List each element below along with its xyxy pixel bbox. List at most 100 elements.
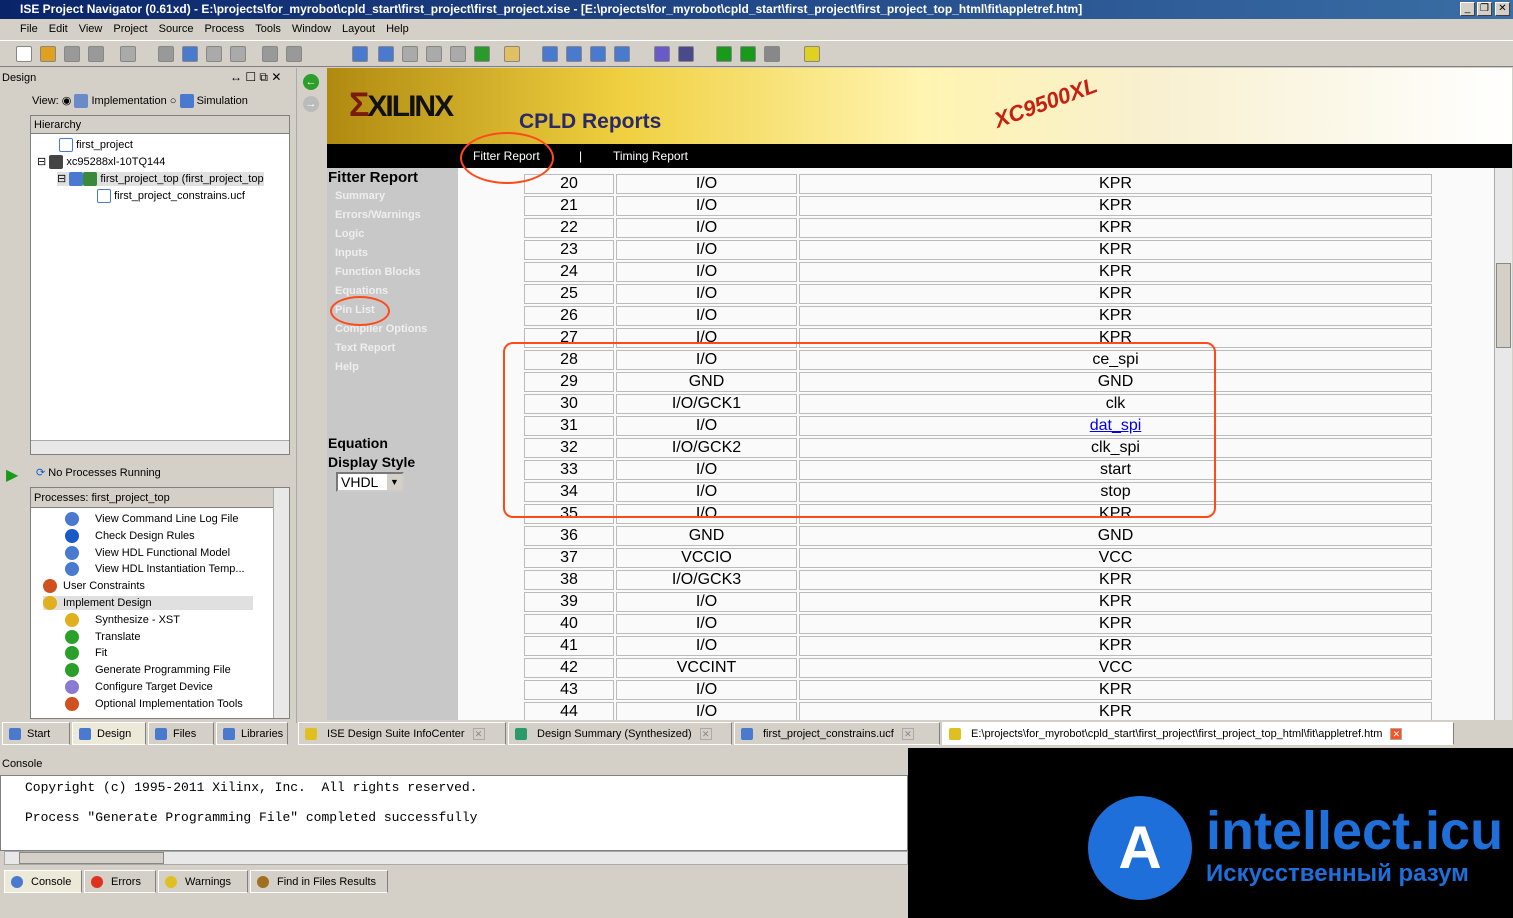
restore-button[interactable]: ❐ xyxy=(1477,2,1492,16)
report-scrollbar[interactable] xyxy=(1494,168,1512,720)
console-tab[interactable]: Console xyxy=(4,870,82,893)
side-link[interactable]: Text Report xyxy=(335,342,395,354)
doc-tab[interactable]: E:\projects\for_myrobot\cpld_start\first… xyxy=(942,722,1454,745)
table-row: 37 VCCIO VCC xyxy=(524,548,1432,568)
side-link[interactable]: Inputs xyxy=(335,247,368,259)
toolbar-icon[interactable] xyxy=(88,46,104,62)
implementation-radio[interactable]: ◉ xyxy=(62,95,72,107)
doc-tab[interactable]: first_project_constrains.ucf ✕ xyxy=(734,722,940,745)
toolbar-icon[interactable] xyxy=(16,46,32,62)
close-tab-icon[interactable]: ✕ xyxy=(699,728,712,741)
toolbar-icon[interactable] xyxy=(590,46,606,62)
toolbar-icon[interactable] xyxy=(120,46,136,62)
process-item[interactable]: Optional Implementation Tools xyxy=(65,696,243,711)
toolbar-icon[interactable] xyxy=(230,46,246,62)
close-button[interactable]: ✕ xyxy=(1495,2,1510,16)
toolbar-icon[interactable] xyxy=(654,46,670,62)
simulation-radio[interactable]: ○ xyxy=(170,95,177,107)
side-link[interactable]: Errors/Warnings xyxy=(335,209,421,221)
toolbar-icon[interactable] xyxy=(716,46,732,62)
toolbar-icon[interactable] xyxy=(182,46,198,62)
toolbar-icon[interactable] xyxy=(286,46,302,62)
panel-controls[interactable]: ↔ ☐ ⧉ ✕ xyxy=(230,70,281,85)
close-tab-icon[interactable]: ✕ xyxy=(1390,728,1403,741)
toolbar-icon[interactable] xyxy=(378,46,394,62)
tab-design[interactable]: Design xyxy=(72,722,146,745)
run-icon[interactable]: ▶ xyxy=(6,465,18,485)
side-link[interactable]: Summary xyxy=(335,190,385,202)
toolbar-icon[interactable] xyxy=(40,46,56,62)
menu-help[interactable]: Help xyxy=(386,23,409,35)
menu-layout[interactable]: Layout xyxy=(342,23,375,35)
hierarchy-hscrollbar[interactable] xyxy=(31,440,289,454)
menu-edit[interactable]: Edit xyxy=(49,23,68,35)
menu-window[interactable]: Window xyxy=(292,23,331,35)
scroll-thumb[interactable] xyxy=(1496,263,1511,348)
table-row: 24 I/O KPR xyxy=(524,262,1432,282)
process-item[interactable]: Fit xyxy=(65,646,107,661)
process-item[interactable]: View HDL Functional Model xyxy=(65,545,230,560)
process-item[interactable]: View HDL Instantiation Temp... xyxy=(65,562,245,577)
process-item[interactable]: Configure Target Device xyxy=(65,680,213,694)
side-nav-title: Fitter Report xyxy=(328,169,418,186)
toolbar-icon[interactable] xyxy=(542,46,558,62)
toolbar-icon[interactable] xyxy=(566,46,582,62)
tree-item-ucf[interactable]: first_project_constrains.ucf xyxy=(97,189,245,203)
toolbar-icon[interactable] xyxy=(504,46,520,62)
menu-tools[interactable]: Tools xyxy=(255,23,281,35)
console-hscrollbar[interactable] xyxy=(4,851,908,865)
menu-file[interactable]: File xyxy=(20,23,38,35)
pin-number: 21 xyxy=(524,196,614,216)
forward-icon[interactable]: → xyxy=(303,96,319,112)
side-link[interactable]: Help xyxy=(335,361,359,373)
console-tab[interactable]: Warnings xyxy=(158,870,248,893)
console-tab[interactable]: Errors xyxy=(84,870,156,893)
processes-scrollbar[interactable] xyxy=(273,488,289,718)
pin-signal: KPR xyxy=(799,240,1432,260)
tab-start[interactable]: Start xyxy=(2,722,70,745)
side-link[interactable]: Function Blocks xyxy=(335,266,421,278)
process-item[interactable]: View Command Line Log File xyxy=(65,512,238,526)
doc-tab[interactable]: Design Summary (Synthesized) ✕ xyxy=(508,722,732,745)
tab-files[interactable]: Files xyxy=(148,722,214,745)
toolbar-icon[interactable] xyxy=(262,46,278,62)
toolbar-icon[interactable] xyxy=(352,46,368,62)
timing-report-link[interactable]: Timing Report xyxy=(613,144,688,168)
toolbar-icon[interactable] xyxy=(450,46,466,62)
toolbar-icon[interactable] xyxy=(426,46,442,62)
toolbar-icon[interactable] xyxy=(64,46,80,62)
tree-item-top[interactable]: ⊟ first_project_top (first_project_top xyxy=(57,172,264,187)
close-tab-icon[interactable]: ✕ xyxy=(472,728,485,741)
toolbar-icon[interactable] xyxy=(764,46,780,62)
toolbar-icon[interactable] xyxy=(678,46,694,62)
process-status-icon xyxy=(65,612,79,627)
tree-item-project[interactable]: first_project xyxy=(59,138,133,152)
toolbar-icon[interactable] xyxy=(740,46,756,62)
process-item[interactable]: Translate xyxy=(65,629,140,644)
back-icon[interactable]: ← xyxy=(303,74,319,90)
toolbar-icon[interactable] xyxy=(804,46,820,62)
menu-source[interactable]: Source xyxy=(159,23,194,35)
process-item[interactable]: Generate Programming File xyxy=(65,663,231,678)
tab-libraries[interactable]: Libraries xyxy=(216,722,288,745)
doc-tab[interactable]: ISE Design Suite InfoCenter ✕ xyxy=(298,722,506,745)
tree-item-device[interactable]: ⊟ xc95288xl-10TQ144 xyxy=(37,155,165,170)
close-tab-icon[interactable]: ✕ xyxy=(901,728,914,741)
process-item[interactable]: Implement Design xyxy=(43,596,253,610)
process-item[interactable]: User Constraints xyxy=(43,579,145,594)
toolbar-icon[interactable] xyxy=(614,46,630,62)
menu-view[interactable]: View xyxy=(79,23,103,35)
equation-style-select[interactable]: VHDL ▼ xyxy=(336,472,404,492)
toolbar-icon[interactable] xyxy=(402,46,418,62)
minimize-button[interactable]: _ xyxy=(1460,2,1475,16)
menu-process[interactable]: Process xyxy=(204,23,244,35)
toolbar-icon[interactable] xyxy=(474,46,490,62)
console-tab[interactable]: Find in Files Results xyxy=(250,870,388,893)
process-item[interactable]: Synthesize - XST xyxy=(65,612,180,627)
process-item[interactable]: Check Design Rules xyxy=(65,528,195,543)
toolbar-icon[interactable] xyxy=(158,46,174,62)
side-link[interactable]: Logic xyxy=(335,228,364,240)
toolbar-icon[interactable] xyxy=(206,46,222,62)
menu-project[interactable]: Project xyxy=(113,23,147,35)
table-row: 43 I/O KPR xyxy=(524,680,1432,700)
